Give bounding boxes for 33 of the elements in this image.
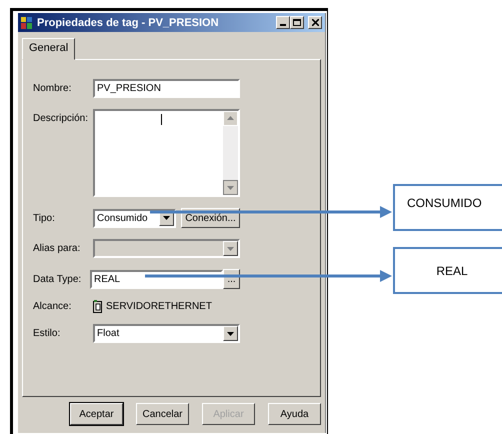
server-icon [93,300,102,313]
scope-value: SERVIDORETHERNET [106,301,212,312]
data-type-field[interactable]: REAL [90,270,223,288]
maximize-button[interactable] [290,16,304,29]
scroll-down-icon[interactable] [223,180,238,195]
dialog-button[interactable]: Cancelar [136,403,189,425]
name-field[interactable]: PV_PRESION [93,79,240,98]
dialog-button[interactable]: Ayuda [268,403,321,425]
minimize-button[interactable] [276,16,290,29]
field-label: Data Type: [33,274,82,284]
callout-text: CONSUMIDO [407,196,482,212]
field-label: Estilo: [33,328,62,339]
dropdown-arrow-icon [227,332,234,336]
tab[interactable]: General [22,38,76,60]
scroll-up-icon[interactable] [223,111,238,126]
description-field[interactable] [93,109,240,197]
field-label: Alias para: [33,243,82,254]
close-icon [312,19,318,26]
field-label: Alcance: [33,301,72,312]
dialog-button[interactable]: Aceptar [70,403,123,425]
dropdown-arrow-icon [163,216,170,220]
field-label: Tipo: [33,212,56,224]
app-icon [21,16,33,28]
dropdown[interactable]: Consumido [93,208,176,228]
window-title: Propiedades de tag - PV_PRESION [37,16,220,28]
field-label: Descripción: [33,113,90,124]
close-button[interactable] [308,16,322,29]
dropdown[interactable]: Float [93,324,240,343]
field-label: Nombre: [33,83,72,94]
dropdown-arrow-icon [227,246,234,250]
callout-text: REAL [436,264,468,278]
text-cursor [161,114,162,125]
maximize-icon [293,19,301,26]
